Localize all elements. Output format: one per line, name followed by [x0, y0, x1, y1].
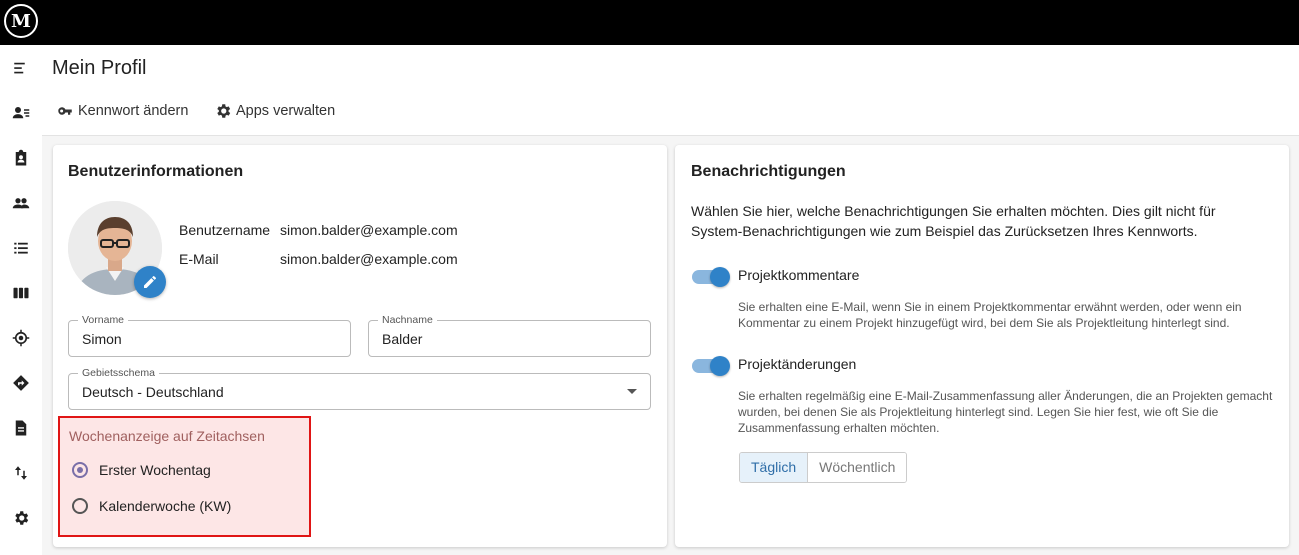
- firstname-field[interactable]: Vorname Simon: [68, 314, 351, 357]
- user-list-icon[interactable]: [11, 103, 31, 123]
- page-header: Mein Profil Kennwort ändern Apps verwalt…: [42, 45, 1299, 136]
- radio-calendar-week[interactable]: Kalenderwoche (KW): [72, 498, 231, 514]
- location-icon[interactable]: [11, 328, 31, 348]
- project-comments-desc: Sie erhalten eine E-Mail, wenn Sie in ei…: [738, 300, 1242, 330]
- locale-select[interactable]: Gebietsschema Deutsch - Deutschland: [68, 367, 651, 410]
- pencil-icon: [144, 276, 156, 288]
- frequency-weekly-button[interactable]: Wöchentlich: [808, 453, 907, 482]
- frequency-toggle-group: Täglich Wöchentlich: [739, 452, 908, 483]
- firstname-value: Simon: [82, 331, 122, 347]
- chevron-down-icon: [627, 389, 637, 394]
- radio-first-weekday[interactable]: Erster Wochentag: [72, 462, 211, 478]
- email-label: E-Mail: [179, 251, 219, 267]
- notifications-title: Benachrichtigungen: [691, 163, 846, 180]
- manage-apps-button[interactable]: Apps verwalten: [214, 102, 335, 120]
- notifications-intro: Wählen Sie hier, welche Benachrichtigung…: [691, 203, 1216, 239]
- key-icon: [58, 107, 72, 115]
- lastname-value: Balder: [382, 331, 423, 347]
- project-comments-label: Projektkommentare: [738, 267, 860, 283]
- document-icon[interactable]: [11, 418, 31, 438]
- email-value: simon.balder@example.com: [280, 251, 458, 267]
- firstname-label: Vorname: [78, 314, 129, 326]
- columns-icon[interactable]: [11, 283, 31, 303]
- lastname-field[interactable]: Nachname Balder: [368, 314, 651, 357]
- notifications-card: Benachrichtigungen Wählen Sie hier, welc…: [675, 145, 1289, 547]
- user-info-title: Benutzerinformationen: [68, 163, 244, 180]
- list-icon[interactable]: [11, 238, 31, 258]
- manage-apps-label: Apps verwalten: [236, 103, 336, 119]
- week-display-group: Wochenanzeige auf Zeitachsen Erster Woch…: [58, 416, 311, 537]
- project-comments-toggle[interactable]: [692, 267, 730, 287]
- username-value: simon.balder@example.com: [280, 222, 458, 238]
- gear-icon[interactable]: [11, 508, 31, 528]
- page-title: Mein Profil: [52, 57, 147, 79]
- week-display-label: Wochenanzeige auf Zeitachsen: [69, 428, 265, 444]
- radio-label: Erster Wochentag: [99, 462, 211, 478]
- locale-value: Deutsch - Deutschland: [82, 384, 224, 400]
- project-changes-label: Projektänderungen: [738, 356, 857, 372]
- edit-avatar-button[interactable]: [134, 266, 166, 298]
- radio-button[interactable]: [72, 462, 88, 478]
- top-bar: M: [0, 0, 1299, 45]
- change-password-button[interactable]: Kennwort ändern: [56, 102, 188, 120]
- change-password-label: Kennwort ändern: [78, 103, 189, 119]
- locale-label: Gebietsschema: [78, 367, 159, 379]
- frequency-daily-button[interactable]: Täglich: [740, 453, 809, 482]
- sidebar: [0, 45, 42, 555]
- lastname-label: Nachname: [378, 314, 437, 326]
- people-icon[interactable]: [11, 193, 31, 213]
- swap-icon[interactable]: [11, 463, 31, 483]
- project-changes-desc: Sie erhalten regelmäßig eine E-Mail-Zusa…: [738, 389, 1273, 435]
- radio-label: Kalenderwoche (KW): [99, 498, 232, 514]
- clipboard-user-icon[interactable]: [11, 148, 31, 168]
- app-logo[interactable]: M: [4, 4, 38, 38]
- gear-icon: [217, 104, 231, 118]
- project-changes-toggle[interactable]: [692, 356, 730, 376]
- directions-icon[interactable]: [11, 373, 31, 393]
- menu-icon[interactable]: [11, 58, 31, 78]
- radio-button[interactable]: [72, 498, 88, 514]
- username-label: Benutzername: [179, 222, 271, 238]
